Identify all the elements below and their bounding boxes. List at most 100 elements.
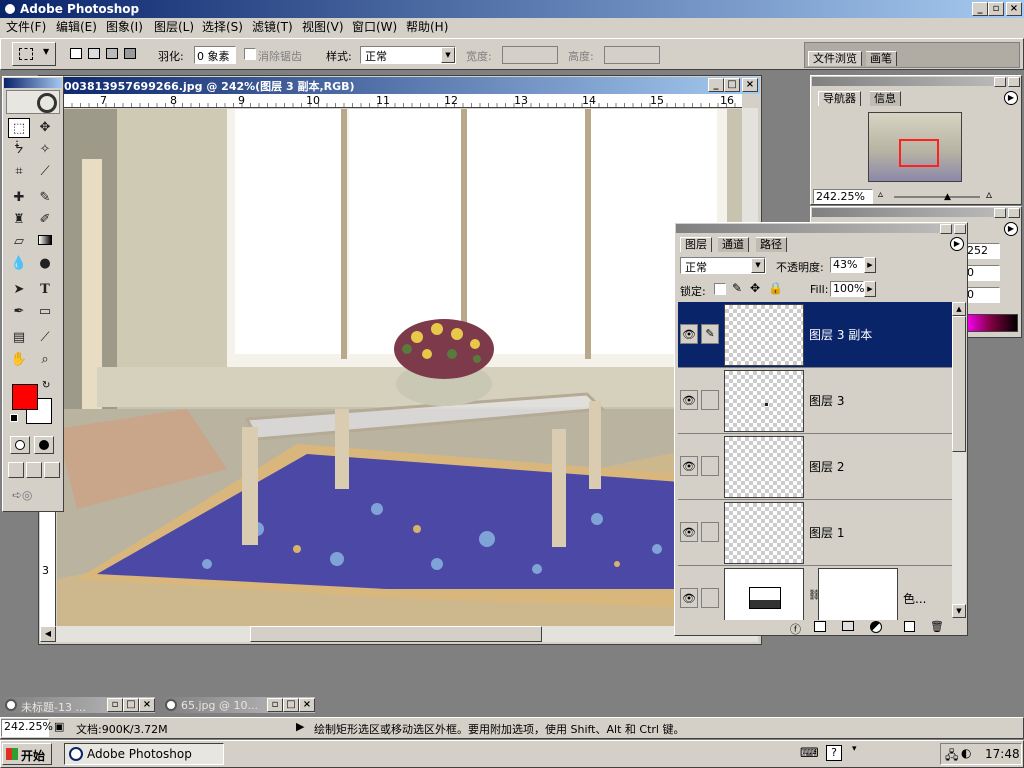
quick-mask-button[interactable] [34,436,54,454]
minimized-window-2[interactable]: 65.jpg @ 10... ▫ □ × [162,696,316,714]
eye-icon[interactable]: 👁 [680,522,698,542]
layer-row[interactable]: 👁 图层 2 [678,434,955,500]
tab-file-browser[interactable]: 文件浏览 [808,51,862,66]
adjustment-layer-icon[interactable] [870,621,882,633]
color-b-input[interactable]: 0 [964,287,1000,303]
color-menu-arrow-icon[interactable]: ▶ [1004,222,1018,236]
palette-menu-arrow-icon[interactable]: ▶ [1004,91,1018,105]
menu-edit[interactable]: 编辑(E) [56,19,97,36]
close-button[interactable]: × [139,698,155,712]
color-title-bar[interactable]: ▬ × [812,208,1020,218]
lasso-tool[interactable]: ᖭ [8,140,30,160]
eye-icon[interactable]: 👁 [680,588,698,608]
jump-to-imageready-icon[interactable]: ➪◎ [12,488,52,506]
navigator-close-button[interactable]: × [1008,77,1020,87]
height-input[interactable] [604,46,660,64]
link-cell[interactable] [701,588,719,608]
tab-paths[interactable]: 路径 [756,237,787,252]
crop-tool[interactable]: ⌗ [8,162,30,182]
color-ramp[interactable] [964,314,1018,332]
ime-options-icon[interactable]: ▾ [852,744,857,754]
default-colors-icon[interactable] [10,414,18,422]
history-brush-tool[interactable]: ✐ [34,210,56,230]
pen-tool[interactable]: ✒ [8,302,30,322]
navigator-zoom-slider[interactable] [894,196,980,198]
lock-transparency-checkbox[interactable] [714,283,726,295]
document-title-bar[interactable]: 003813957699266.jpg @ 242%(图层 3 副本,RGB) … [40,77,760,94]
status-zoom-input[interactable]: 242.25% [1,719,53,737]
menu-layer[interactable]: 图层(L) [154,19,194,36]
doc-maximize-button[interactable]: □ [724,78,740,92]
keyboard-icon[interactable]: ⌨ [800,746,819,761]
scroll-left-button[interactable]: ◀ [40,626,56,642]
feather-input[interactable]: 0 象素 [194,46,236,64]
style-select[interactable]: 正常 ▼ [360,46,456,64]
doc-horizontal-scrollbar[interactable]: ◀ [40,626,742,642]
screen-mode-full-menu-button[interactable] [26,462,42,478]
marquee-tool-preset[interactable]: ▼ [12,42,56,66]
layer-row[interactable]: 👁 ✎ 图层 3 副本 [678,302,955,368]
menu-file[interactable]: 文件(F) [6,19,46,36]
new-selection-icon[interactable] [70,48,82,59]
doc-minimize-button[interactable]: _ [708,78,724,92]
toolbox-logo[interactable] [6,90,60,114]
navigator-zoom-input[interactable]: 242.25% [813,189,873,204]
hand-tool[interactable]: ✋ [8,350,30,370]
notes-tool[interactable]: ▤ [8,328,30,348]
menu-window[interactable]: 窗口(W) [352,19,397,36]
antialias-checkbox[interactable] [244,48,256,60]
menu-select[interactable]: 选择(S) [202,19,243,36]
move-tool[interactable]: ✥ [34,118,56,138]
tab-channels[interactable]: 通道 [718,237,749,252]
brush-tool[interactable]: ✎ [34,188,56,208]
menu-image[interactable]: 图象(I) [106,19,143,36]
tab-info[interactable]: 信息 [870,91,901,106]
document-info-icon[interactable]: ▣ [54,720,64,733]
color-r-input[interactable]: 252 [964,243,1000,259]
eyedropper-tool[interactable]: ⟋ [34,328,56,348]
maximize-button[interactable]: □ [283,698,299,712]
layers-close-button[interactable]: × [954,224,966,234]
color-close-button[interactable]: × [1008,208,1020,218]
dodge-tool[interactable]: ● [34,254,56,274]
navigator-minimize-button[interactable]: ▬ [994,77,1006,87]
tab-brushes[interactable]: 画笔 [866,51,897,66]
layer-row[interactable]: 👁 图层 1 [678,500,955,566]
network-icon[interactable]: 🖧 [945,746,958,767]
add-mask-icon[interactable] [814,621,826,632]
intersect-selection-icon[interactable] [124,48,136,59]
magic-wand-tool[interactable]: ✧ [34,140,56,160]
slice-tool[interactable]: ⟋ [34,162,56,182]
scroll-up-button[interactable]: ▲ [952,302,966,316]
link-cell[interactable] [701,390,719,410]
navigator-preview[interactable] [868,112,962,182]
start-button[interactable]: 开始 [2,743,52,765]
opacity-input[interactable]: 43% [830,257,864,273]
doc-close-button[interactable]: × [742,78,758,92]
color-minimize-button[interactable]: ▬ [994,208,1006,218]
app-restore-button[interactable]: ▫ [988,2,1004,16]
clone-stamp-tool[interactable]: ♜ [8,210,30,230]
antivirus-icon[interactable]: ◐ [961,746,971,760]
image-canvas[interactable] [57,109,742,626]
help-icon[interactable]: ? [826,745,842,761]
eye-icon[interactable]: 👁 [680,390,698,410]
scroll-down-button[interactable]: ▼ [952,604,966,618]
navigator-title-bar[interactable]: ▬ × [812,77,1020,87]
menu-help[interactable]: 帮助(H) [406,19,448,36]
fill-slider-button[interactable]: ▶ [864,281,876,297]
app-minimize-button[interactable]: _ [972,2,988,16]
foreground-color-swatch-front[interactable] [12,384,38,410]
layers-minimize-button[interactable]: ▬ [940,224,952,234]
trash-icon[interactable]: 🗑 [930,620,944,633]
shape-tool[interactable]: ▭ [34,302,56,322]
swap-colors-icon[interactable]: ↻ [42,380,50,391]
lock-all-icon[interactable]: 🔒 [768,281,783,295]
layer-style-icon[interactable]: ⓕ [790,621,801,637]
menu-view[interactable]: 视图(V) [302,19,344,36]
subtract-selection-icon[interactable] [106,48,118,59]
eye-icon[interactable]: 👁 [680,456,698,476]
zoom-tool[interactable]: ⌕ [34,350,56,370]
zoom-out-icon[interactable]: ▵ [878,189,883,200]
scroll-thumb[interactable] [250,626,542,642]
